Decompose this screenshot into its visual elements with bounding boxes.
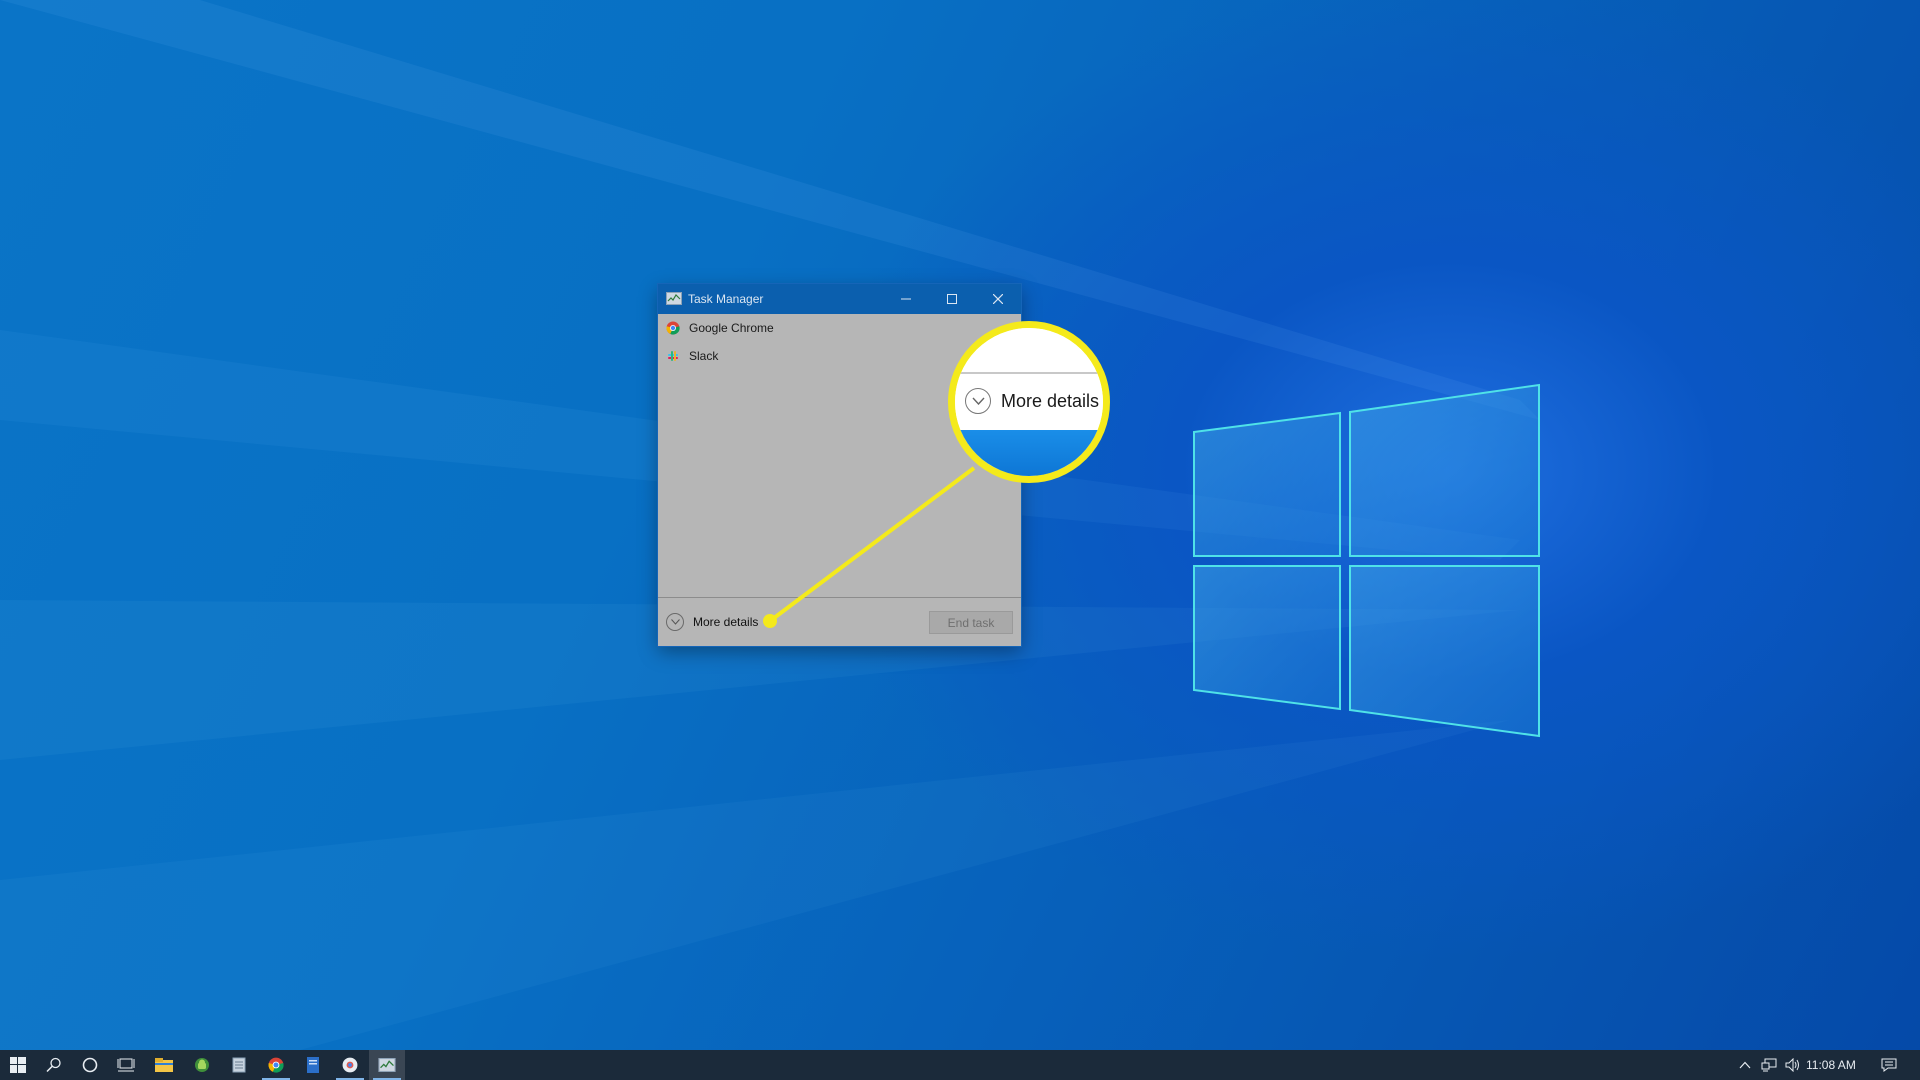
callout-dot — [763, 614, 777, 628]
windows-logo — [1193, 383, 1540, 738]
slack-icon — [668, 351, 678, 361]
start-button[interactable] — [0, 1050, 36, 1080]
word-icon — [307, 1057, 319, 1073]
window-title: Task Manager — [688, 292, 764, 306]
magnifier-callout: More details — [948, 321, 1110, 483]
end-task-button[interactable]: End task — [929, 611, 1013, 634]
taskbar-file-explorer[interactable] — [146, 1050, 182, 1080]
more-details-label: More details — [693, 615, 759, 629]
show-hidden-icons-icon — [1739, 1061, 1751, 1069]
chrome-beta-icon — [342, 1057, 358, 1073]
chevron-down-icon — [971, 397, 985, 405]
file-explorer-icon — [155, 1058, 173, 1072]
magnified-chevron-circle — [965, 388, 991, 414]
network-icon — [1761, 1058, 1777, 1072]
volume-button[interactable] — [1782, 1050, 1804, 1080]
process-name: Slack — [689, 349, 719, 363]
maximize-button[interactable] — [929, 284, 975, 314]
task-manager-app-icon — [666, 292, 682, 305]
search-button[interactable] — [36, 1050, 72, 1080]
close-icon — [993, 294, 1003, 304]
minimize-icon — [901, 298, 911, 300]
taskbar-chrome[interactable] — [258, 1050, 294, 1080]
magnifier-top — [955, 328, 1103, 374]
android-app-icon — [195, 1058, 209, 1072]
taskbar-task-manager[interactable] — [369, 1050, 405, 1080]
process-name: Google Chrome — [689, 321, 774, 335]
action-center-button[interactable] — [1876, 1050, 1902, 1080]
minimize-button[interactable] — [883, 284, 929, 314]
search-icon — [46, 1057, 61, 1073]
chevron-circle — [666, 613, 684, 631]
taskbar-clock[interactable]: 11:08 AM — [1806, 1058, 1856, 1072]
action-center-icon — [1881, 1058, 1897, 1072]
window-footer: More details End task — [658, 597, 1021, 647]
magnifier-bottom — [955, 430, 1103, 476]
more-details-button[interactable]: More details — [666, 613, 758, 631]
taskbar-notepad[interactable] — [221, 1050, 257, 1080]
taskbar-chrome-beta[interactable] — [332, 1050, 368, 1080]
close-button[interactable] — [975, 284, 1021, 314]
task-manager-icon — [378, 1058, 396, 1072]
cortana-button[interactable] — [72, 1050, 108, 1080]
taskbar-android-app[interactable] — [184, 1050, 220, 1080]
magnified-label: More details — [1001, 390, 1100, 411]
volume-icon — [1785, 1058, 1799, 1072]
cortana-icon — [82, 1057, 98, 1073]
taskbar: 11:08 AM — [0, 1050, 1920, 1080]
network-button[interactable] — [1758, 1050, 1780, 1080]
taskbar-word[interactable] — [295, 1050, 331, 1080]
maximize-icon — [947, 294, 957, 304]
chevron-down-icon — [670, 619, 680, 625]
magnified-more-details: More details — [965, 388, 1099, 414]
task-view-button[interactable] — [108, 1050, 144, 1080]
notepad-icon — [232, 1057, 246, 1073]
title-bar[interactable]: Task Manager — [658, 284, 1021, 314]
task-view-icon — [117, 1058, 135, 1072]
show-hidden-icons-button[interactable] — [1736, 1050, 1754, 1080]
chrome-icon — [268, 1057, 284, 1073]
start-icon — [10, 1057, 26, 1073]
chrome-icon — [666, 321, 680, 335]
